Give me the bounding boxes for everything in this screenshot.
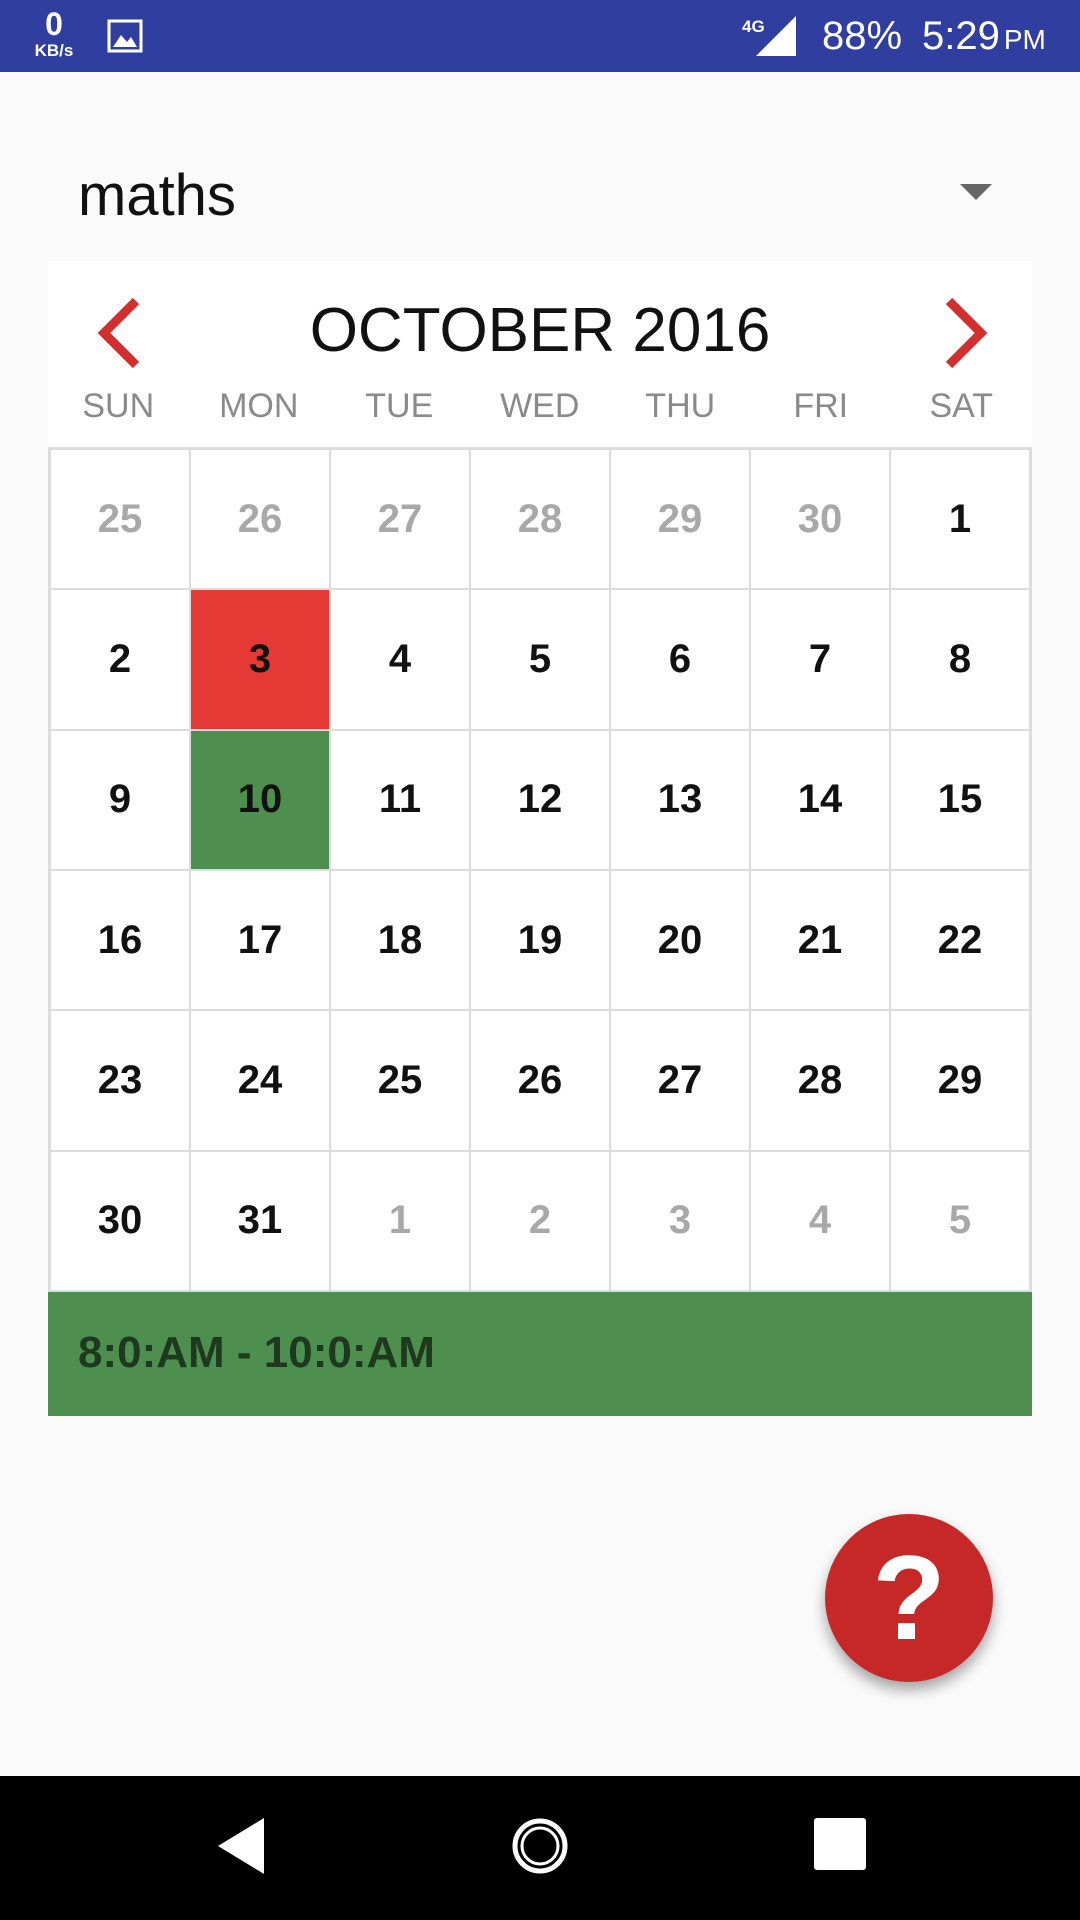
chevron-right-icon [945, 297, 988, 369]
weekday-label: FRI [793, 387, 849, 425]
home-icon[interactable] [510, 1816, 570, 1876]
day-cell[interactable]: 4 [331, 590, 469, 729]
chevron-left-icon [97, 297, 140, 369]
day-grid: 25 26 27 28 29 30 1 2 3 4 5 6 7 8 9 10 11 12 13 14 15 16 17 18 1… [48, 447, 1032, 1293]
recents-icon[interactable] [814, 1818, 866, 1870]
weekday-label: MON [219, 387, 299, 425]
day-cell[interactable]: 14 [751, 730, 889, 869]
day-cell[interactable]: 31 [191, 1151, 329, 1290]
back-icon[interactable] [214, 1816, 270, 1876]
day-cell[interactable]: 12 [471, 730, 609, 869]
schedule-entry[interactable]: 8:0:AM - 10:0:AM [48, 1292, 1032, 1416]
weekday-label: SAT [929, 387, 994, 425]
day-cell[interactable]: 2 [51, 590, 189, 729]
weekday-label: WED [500, 387, 580, 425]
day-cell[interactable]: 10 [191, 730, 329, 869]
network-type-label: 4G [742, 17, 765, 36]
day-cell[interactable]: 1 [891, 450, 1029, 589]
day-cell[interactable]: 15 [891, 730, 1029, 869]
weekday-label: TUE [365, 387, 434, 425]
day-cell[interactable]: 19 [471, 870, 609, 1010]
weekday-label: SUN [82, 387, 155, 425]
schedule-time-range: 8:0:AM - 10:0:AM [78, 1328, 435, 1377]
day-cell[interactable]: 17 [191, 870, 329, 1010]
weekday-header: SUN MON TUE WED THU FRI SAT [48, 387, 1032, 447]
day-cell[interactable]: 26 [191, 450, 329, 589]
day-cell[interactable]: 26 [471, 1011, 609, 1150]
calendar: OCTOBER 2016 SUN MON TUE WED THU FRI SAT… [48, 261, 1032, 1293]
day-cell[interactable]: 9 [51, 730, 189, 869]
day-cell[interactable]: 18 [331, 870, 469, 1010]
day-cell[interactable]: 5 [471, 590, 609, 729]
battery-percentage: 88% [822, 14, 903, 58]
day-cell[interactable]: 11 [331, 730, 469, 869]
day-cell[interactable]: 23 [51, 1011, 189, 1150]
day-cell[interactable]: 25 [331, 1011, 469, 1150]
clock: 5:29 PM [922, 14, 1046, 59]
day-cell[interactable]: 28 [471, 450, 609, 589]
day-cell[interactable]: 13 [611, 730, 749, 869]
day-cell[interactable]: 30 [51, 1151, 189, 1290]
day-cell[interactable]: 29 [891, 1011, 1029, 1150]
day-cell[interactable]: 30 [751, 450, 889, 589]
month-title: OCTOBER 2016 [309, 296, 771, 365]
status-bar: 0 KB/s 4G 88% 5:29 PM [0, 0, 1080, 72]
day-cell[interactable]: 27 [611, 1011, 749, 1150]
day-cell[interactable]: 20 [611, 870, 749, 1010]
day-cell[interactable]: 3 [611, 1151, 749, 1290]
day-cell[interactable]: 25 [51, 450, 189, 589]
day-cell[interactable]: 2 [471, 1151, 609, 1290]
clock-ampm: PM [1003, 24, 1046, 55]
network-speed-value: 0 [45, 6, 63, 42]
day-cell[interactable]: 27 [331, 450, 469, 589]
day-cell[interactable]: 3 [191, 590, 329, 729]
network-speed-indicator: 0 KB/s [26, 8, 82, 59]
subject-dropdown[interactable]: maths [48, 150, 992, 240]
navigation-bar [0, 1776, 1080, 1920]
day-cell[interactable]: 29 [611, 450, 749, 589]
network-speed-unit: KB/s [34, 41, 74, 60]
dropdown-arrow-icon [960, 184, 992, 200]
previous-month-button[interactable] [88, 293, 148, 373]
day-cell[interactable]: 8 [891, 590, 1029, 729]
subject-selected-value: maths [78, 163, 236, 228]
day-cell[interactable]: 6 [611, 590, 749, 729]
help-icon: ? [872, 1531, 946, 1665]
day-cell[interactable]: 28 [751, 1011, 889, 1150]
day-cell[interactable]: 21 [751, 870, 889, 1010]
signal-icon: 4G [742, 16, 796, 56]
clock-time: 5:29 [922, 14, 1000, 58]
gallery-icon [107, 19, 143, 53]
day-cell[interactable]: 4 [751, 1151, 889, 1290]
day-cell[interactable]: 22 [891, 870, 1029, 1010]
help-fab-button[interactable]: ? [825, 1514, 993, 1682]
day-cell[interactable]: 7 [751, 590, 889, 729]
day-cell[interactable]: 1 [331, 1151, 469, 1290]
next-month-button[interactable] [937, 293, 997, 373]
day-cell[interactable]: 5 [891, 1151, 1029, 1290]
day-cell[interactable]: 16 [51, 870, 189, 1010]
weekday-label: THU [645, 387, 716, 425]
day-cell[interactable]: 24 [191, 1011, 329, 1150]
